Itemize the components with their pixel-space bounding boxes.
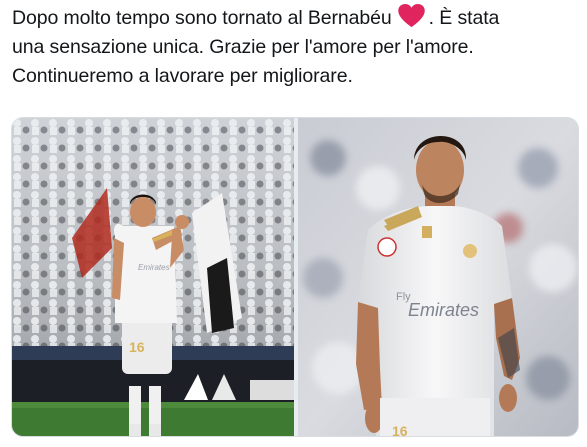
heart-icon bbox=[397, 4, 425, 28]
svg-text:Emirates: Emirates bbox=[408, 300, 479, 320]
svg-text:16: 16 bbox=[129, 339, 145, 355]
tweet-line-1: Dopo molto tempo sono tornato al Bernabé… bbox=[12, 4, 582, 33]
photo-applauding[interactable]: 16 Emirates bbox=[12, 118, 294, 436]
svg-text:16: 16 bbox=[392, 423, 408, 437]
tweet-media[interactable]: 16 Emirates Fly Emirates 16 bbox=[11, 117, 579, 437]
tweet-text-part: Dopo molto tempo sono tornato al Bernabé… bbox=[12, 7, 392, 29]
photo-closeup[interactable]: Fly Emirates 16 bbox=[298, 118, 578, 437]
tweet-line-2: una sensazione unica. Grazie per l'amore… bbox=[12, 36, 474, 58]
svg-text:Emirates: Emirates bbox=[138, 263, 170, 272]
tweet-line-3: Continueremo a lavorare per migliorare. bbox=[12, 65, 353, 87]
tweet-text: Dopo molto tempo sono tornato al Bernabé… bbox=[12, 4, 582, 91]
photo-closeup-image: Fly Emirates 16 bbox=[298, 118, 578, 437]
tweet-text-part: . È stata bbox=[428, 7, 500, 29]
photo-applauding-image: 16 Emirates bbox=[12, 118, 294, 436]
